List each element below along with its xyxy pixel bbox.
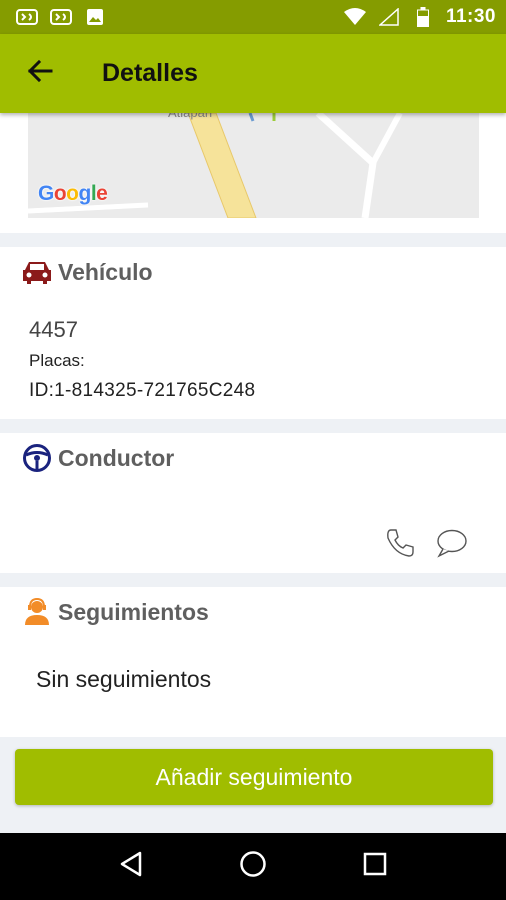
tracking-empty-message: Sin seguimientos	[36, 666, 212, 692]
chat-icon[interactable]	[436, 527, 468, 559]
driver-actions	[384, 527, 468, 559]
home-circle-icon	[239, 850, 267, 883]
phone-icon[interactable]	[384, 527, 416, 559]
map-view[interactable]: Atlapan Google	[28, 113, 479, 218]
driver-card: Conductor	[0, 433, 506, 573]
image-icon	[84, 8, 106, 26]
driver-header: Conductor	[22, 443, 174, 473]
status-bar: 11:30	[0, 0, 506, 34]
notification-icon	[16, 8, 38, 26]
nav-home-button[interactable]	[233, 847, 273, 887]
nav-recents-button[interactable]	[355, 847, 395, 887]
google-logo: Google	[38, 182, 108, 205]
back-button[interactable]	[20, 54, 60, 94]
map-place-label: Atlapan	[168, 113, 212, 120]
tracking-card: Seguimientos Sin seguimientos	[0, 587, 506, 737]
system-nav-bar	[0, 833, 506, 900]
vehicle-id: ID:1-814325-721765C248	[29, 380, 256, 401]
agent-icon	[22, 597, 52, 627]
status-time: 11:30	[445, 6, 496, 27]
driver-title: Conductor	[58, 444, 175, 471]
notification-icon	[50, 8, 72, 26]
page-title: Detalles	[102, 59, 198, 87]
vehicle-plates-label: Placas:	[29, 351, 85, 370]
status-left-icons	[16, 8, 106, 26]
arrow-left-icon	[27, 59, 53, 88]
vehicle-number: 4457	[29, 317, 78, 342]
back-triangle-icon	[119, 851, 143, 882]
app-bar: Detalles	[0, 34, 506, 113]
tracking-header: Seguimientos	[22, 597, 209, 627]
recents-square-icon	[363, 852, 387, 881]
vehicle-title: Vehículo	[58, 258, 153, 285]
nav-back-button[interactable]	[111, 847, 151, 887]
vehicle-header: Vehículo	[22, 257, 153, 287]
vehicle-card: Vehículo 4457 Placas: ID:1-814325-721765…	[0, 247, 506, 419]
add-tracking-button[interactable]: Añadir seguimiento	[15, 749, 493, 805]
steering-wheel-icon	[22, 443, 52, 473]
tracking-title: Seguimientos	[58, 598, 209, 625]
status-right-icons: 11:30	[343, 6, 496, 28]
map-card: Atlapan Google	[0, 113, 506, 233]
car-icon	[22, 257, 52, 287]
signal-icon	[378, 8, 400, 26]
battery-icon	[412, 7, 434, 27]
screen: 11:30 Detalles Atlapan Google	[0, 0, 506, 900]
wifi-icon	[343, 8, 366, 26]
